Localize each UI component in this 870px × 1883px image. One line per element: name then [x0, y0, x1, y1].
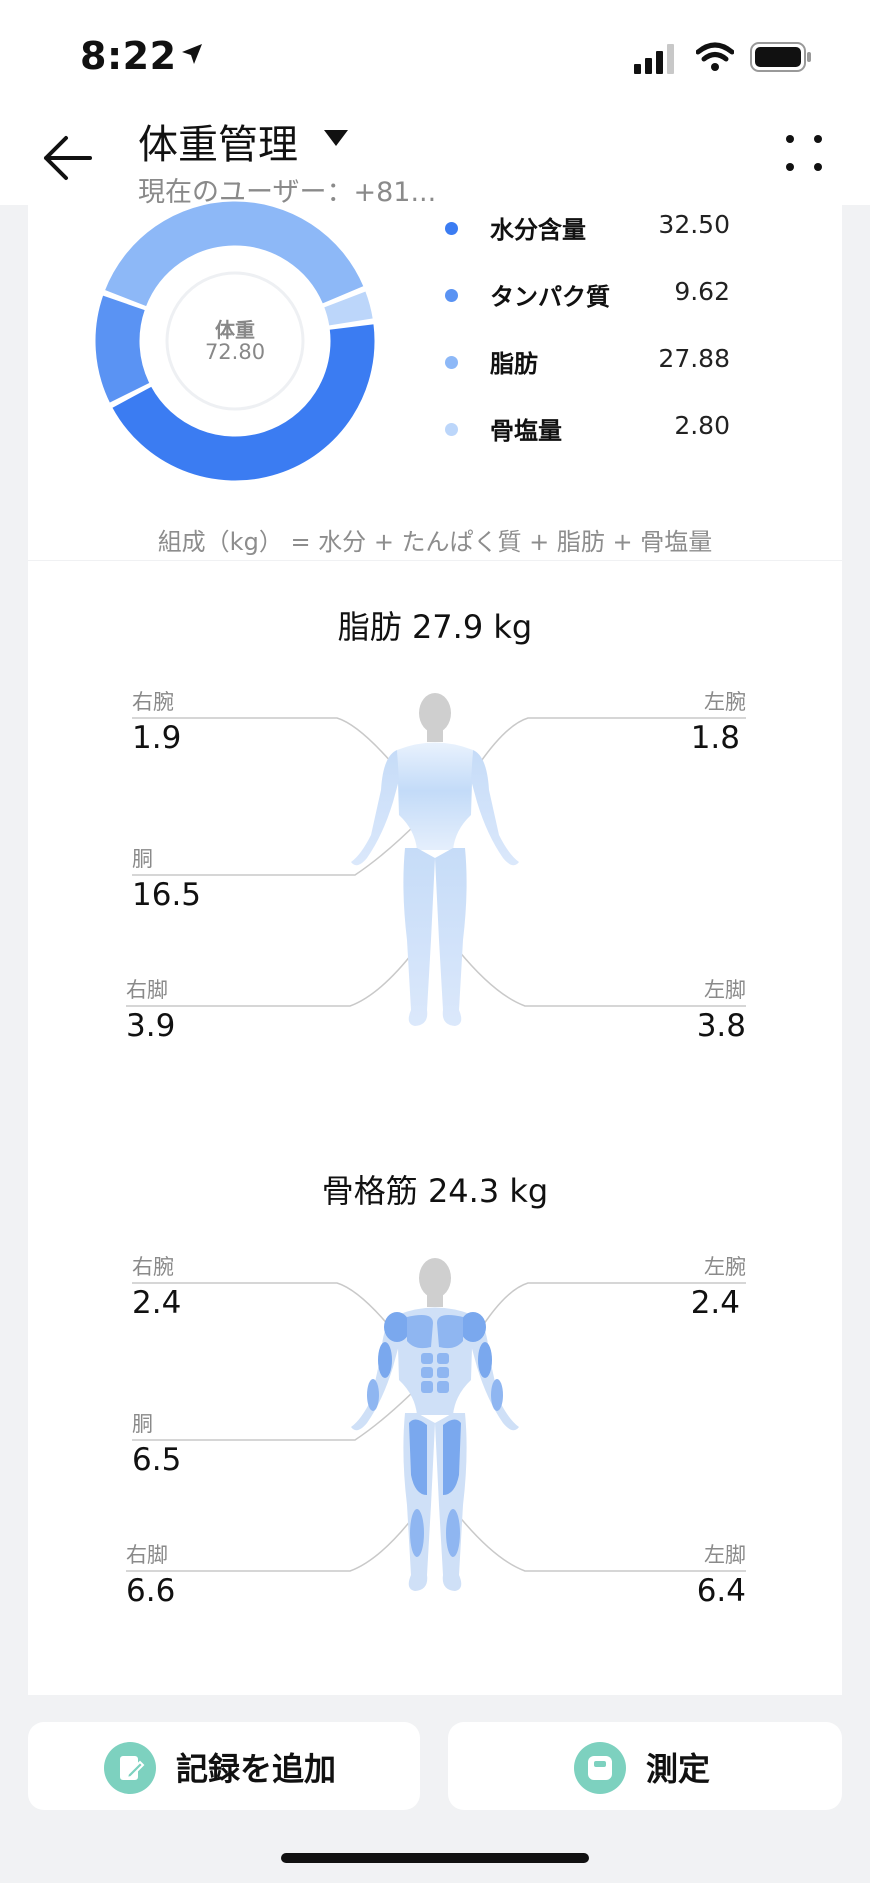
donut-center-value: 72.80	[204, 340, 266, 364]
legend-dot	[445, 356, 458, 369]
legend-label: 脂肪	[490, 350, 538, 378]
fat-left-leg-value: 3.8	[696, 1008, 746, 1044]
legend-dot	[445, 222, 458, 235]
legend-value: 32.50	[658, 210, 730, 239]
cellular-signal-icon	[634, 44, 674, 74]
legend-item-fat: 脂肪 27.88	[445, 342, 785, 382]
legend-value: 27.88	[658, 344, 730, 373]
donut-center-label: 体重	[215, 318, 255, 342]
legend-dot	[445, 423, 458, 436]
more-options-icon[interactable]	[784, 133, 824, 173]
legend-label: 骨塩量	[490, 417, 562, 445]
composition-formula: 組成（kg） = 水分 + たんぱく質 + 脂肪 + 骨塩量	[157, 528, 713, 556]
battery-icon	[750, 42, 811, 72]
legend-label: 水分含量	[490, 216, 586, 244]
wifi-icon	[696, 42, 734, 71]
measure-button[interactable]: 測定	[448, 1722, 842, 1810]
muscle-section-title: 骨格筋 24.3 kg	[321, 1172, 549, 1210]
measure-label: 測定	[646, 1750, 711, 1788]
muscle-right-arm-label: 右腕	[132, 1255, 174, 1279]
muscle-left-leg-label: 左脚	[704, 1543, 746, 1567]
muscle-body-figure	[351, 1258, 519, 1591]
fat-trunk-label: 胴	[132, 847, 153, 871]
add-record-button[interactable]: 記録を追加	[28, 1722, 420, 1810]
legend-value: 9.62	[674, 277, 730, 306]
legend-item-water: 水分含量 32.50	[445, 208, 785, 248]
muscle-trunk-label: 胴	[132, 1412, 153, 1436]
legend-value: 2.80	[674, 411, 730, 440]
fat-left-arm-value: 1.8	[690, 720, 740, 756]
scale-icon	[574, 1742, 626, 1794]
home-indicator	[281, 1853, 589, 1863]
legend-dot	[445, 289, 458, 302]
status-time: 8:22	[80, 34, 177, 78]
fat-right-arm-value: 1.9	[132, 720, 182, 756]
fat-left-arm-label: 左腕	[704, 690, 746, 714]
muscle-trunk-value: 6.5	[132, 1442, 182, 1478]
donut-segment-protein	[94, 294, 151, 404]
legend-item-protein: タンパク質 9.62	[445, 275, 785, 315]
dropdown-caret-icon[interactable]	[322, 128, 350, 148]
muscle-left-arm-label: 左腕	[704, 1255, 746, 1279]
legend-item-bone: 骨塩量 2.80	[445, 409, 785, 449]
add-record-label: 記録を追加	[176, 1750, 337, 1788]
page-title[interactable]: 体重管理	[138, 112, 298, 170]
fat-trunk-value: 16.5	[132, 877, 202, 913]
fat-right-leg-label: 右脚	[126, 978, 168, 1002]
fat-left-leg-label: 左脚	[704, 978, 746, 1002]
muscle-right-leg-label: 右脚	[126, 1543, 168, 1567]
fat-section-title: 脂肪 27.9 kg	[337, 608, 533, 646]
muscle-right-leg-value: 6.6	[126, 1573, 176, 1609]
divider	[28, 560, 842, 561]
fat-body-figure	[351, 693, 519, 1026]
fat-right-arm-label: 右腕	[132, 690, 174, 714]
legend-label: タンパク質	[490, 283, 610, 311]
location-arrow-icon	[182, 44, 202, 64]
muscle-right-arm-value: 2.4	[132, 1285, 182, 1321]
fat-right-leg-value: 3.9	[126, 1008, 176, 1044]
muscle-left-leg-value: 6.4	[696, 1573, 746, 1609]
note-edit-icon	[104, 1742, 156, 1794]
muscle-left-arm-value: 2.4	[690, 1285, 740, 1321]
back-arrow-icon[interactable]	[40, 130, 96, 186]
